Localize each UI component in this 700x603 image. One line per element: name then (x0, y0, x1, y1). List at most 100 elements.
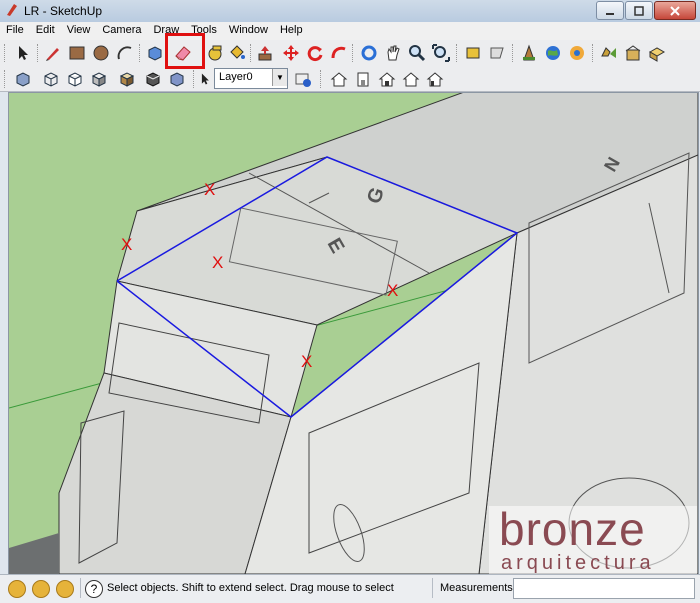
status-bar: ? Select objects. Shift to extend select… (0, 574, 700, 603)
measurements-label: Measurements (440, 582, 513, 594)
paint-bucket-button[interactable] (226, 42, 248, 64)
xray-style-button[interactable] (12, 68, 34, 90)
iso-view-button[interactable] (166, 68, 188, 90)
pan-icon (387, 45, 400, 61)
maximize-button[interactable] (625, 1, 653, 20)
credits-icon[interactable] (32, 580, 50, 598)
measurements-field[interactable] (513, 578, 695, 599)
toolbar-grip[interactable] (139, 44, 143, 62)
warehouse-button[interactable] (622, 42, 644, 64)
photo-textures-icon (570, 46, 584, 60)
layer-dropdown-value: Layer0 (219, 71, 253, 83)
chevron-down-icon[interactable]: ▼ (272, 69, 287, 86)
rectangle-icon (69, 46, 85, 60)
toolbar-grip[interactable] (592, 44, 596, 62)
status-message: Select objects. Shift to extend select. … (107, 582, 397, 594)
toolbar-grip[interactable] (512, 44, 516, 62)
sketchup-window: LR - SketchUp File Edit View Camera Draw… (0, 0, 700, 603)
wireframe-style-button[interactable] (40, 68, 62, 90)
hidden-line-style-button[interactable] (64, 68, 86, 90)
pencil-tool-button[interactable] (42, 42, 64, 64)
close-icon (670, 5, 680, 16)
follow-me-button[interactable] (328, 42, 350, 64)
layer-arrow-button[interactable] (198, 68, 212, 90)
pan-tool-button[interactable] (382, 42, 404, 64)
menu-window[interactable]: Window (223, 22, 274, 40)
get-models-button[interactable] (518, 42, 540, 64)
rotate-tool-button[interactable] (304, 42, 326, 64)
zoom-icon (409, 45, 426, 62)
google-earth-icon (546, 46, 560, 60)
x-mark: X (212, 253, 223, 272)
menu-help[interactable]: Help (274, 22, 309, 40)
help-icon[interactable]: ? (85, 580, 103, 598)
next-view-button[interactable] (486, 42, 508, 64)
pencil-icon (46, 48, 59, 61)
sign-in-icon[interactable] (56, 580, 74, 598)
shaded-style-button[interactable] (88, 68, 110, 90)
status-divider (432, 578, 433, 598)
toolbar-grip[interactable] (193, 70, 197, 88)
components-button[interactable] (646, 42, 668, 64)
arc-tool-button[interactable] (114, 42, 136, 64)
zoom-extents-button[interactable] (430, 42, 452, 64)
model-viewport[interactable]: E G N X X X X X X bronze arquitectura (8, 92, 699, 575)
sketchup-app-icon (7, 4, 17, 16)
zoom-tool-button[interactable] (406, 42, 428, 64)
tape-measure-button[interactable] (204, 42, 226, 64)
warehouse-icon (625, 45, 641, 61)
rectangle-tool-button[interactable] (66, 42, 88, 64)
menu-bar: File Edit View Camera Draw Tools Window … (0, 22, 700, 41)
front-view-button[interactable] (352, 68, 374, 90)
back-icon (402, 72, 420, 87)
move-tool-button[interactable] (280, 42, 302, 64)
push-pull-button[interactable] (254, 42, 276, 64)
previous-view-icon (466, 47, 480, 59)
move-icon (283, 45, 299, 61)
push-pull-icon (258, 46, 272, 61)
toolbar-grip[interactable] (37, 44, 41, 62)
toolbar-grip[interactable] (352, 44, 356, 62)
tape-measure-icon (208, 45, 222, 61)
share-model-button[interactable] (598, 42, 620, 64)
right-icon (378, 72, 396, 87)
toolbar-grip[interactable] (456, 44, 460, 62)
make-component-button[interactable] (144, 42, 166, 64)
toolbar-grip[interactable] (320, 70, 324, 88)
monochrome-style-button[interactable] (142, 68, 164, 90)
menu-view[interactable]: View (61, 22, 97, 40)
circle-tool-button[interactable] (90, 42, 112, 64)
components-icon (648, 47, 666, 62)
main-toolbar (0, 40, 700, 67)
toolbar-grip[interactable] (4, 70, 8, 88)
watermark-main: bronze (499, 503, 646, 555)
minimize-button[interactable] (596, 1, 624, 20)
maximize-icon (634, 5, 644, 16)
watermark-sub: arquitectura (501, 552, 655, 574)
menu-camera[interactable]: Camera (96, 22, 147, 40)
top-view-button[interactable] (328, 68, 350, 90)
menu-edit[interactable]: Edit (30, 22, 61, 40)
previous-view-button[interactable] (462, 42, 484, 64)
monochrome-icon (146, 72, 160, 87)
x-mark: X (204, 180, 215, 199)
x-mark: X (301, 352, 312, 371)
layer-manager-icon (295, 73, 311, 87)
layer-manager-button[interactable] (292, 68, 314, 90)
geo-location-icon[interactable] (8, 580, 26, 598)
shaded-textures-style-button[interactable] (116, 68, 138, 90)
orbit-tool-button[interactable] (358, 42, 380, 64)
back-view-button[interactable] (400, 68, 422, 90)
orbit-icon (361, 45, 377, 61)
photo-textures-button[interactable] (566, 42, 588, 64)
select-tool-button[interactable] (12, 42, 34, 64)
toolbar-grip[interactable] (4, 44, 8, 62)
menu-file[interactable]: File (0, 22, 30, 40)
right-view-button[interactable] (376, 68, 398, 90)
google-earth-button[interactable] (542, 42, 564, 64)
rotate-icon (307, 46, 323, 62)
close-button[interactable] (654, 1, 696, 20)
left-view-button[interactable] (424, 68, 446, 90)
layer-dropdown[interactable]: Layer0 ▼ (214, 68, 288, 89)
next-view-icon (490, 47, 504, 59)
